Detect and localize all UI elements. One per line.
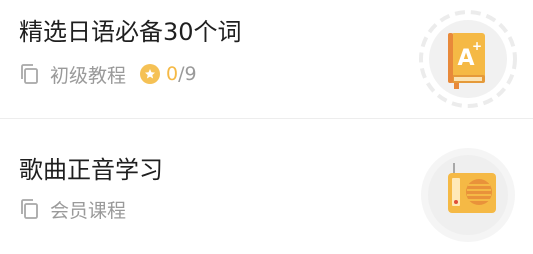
course-title: 精选日语必备30个词 [19, 18, 242, 46]
course-type-label: 初级教程 [50, 64, 127, 87]
radio-icon [421, 148, 515, 242]
course-meta: 会员课程 [19, 195, 126, 223]
course-meta: 初级教程 0 /9 [19, 60, 197, 88]
course-list: 精选日语必备30个词 初级教程 0 /9 A + 歌曲正音学习 会员课程 [0, 0, 533, 254]
copy-icon [21, 199, 38, 219]
star-icon [140, 64, 161, 84]
course-title: 歌曲正音学习 [19, 156, 163, 184]
progress-done: 0 [166, 63, 179, 85]
copy-icon [21, 64, 38, 84]
list-item-course-2[interactable]: 歌曲正音学习 会员课程 [0, 119, 533, 254]
course-type-label: 会员课程 [50, 199, 127, 222]
book-icon: A + [419, 10, 517, 108]
progress-total: /9 [178, 63, 197, 85]
svg-text:+: + [472, 39, 482, 53]
list-item-course-1[interactable]: 精选日语必备30个词 初级教程 0 /9 A + [0, 0, 533, 119]
